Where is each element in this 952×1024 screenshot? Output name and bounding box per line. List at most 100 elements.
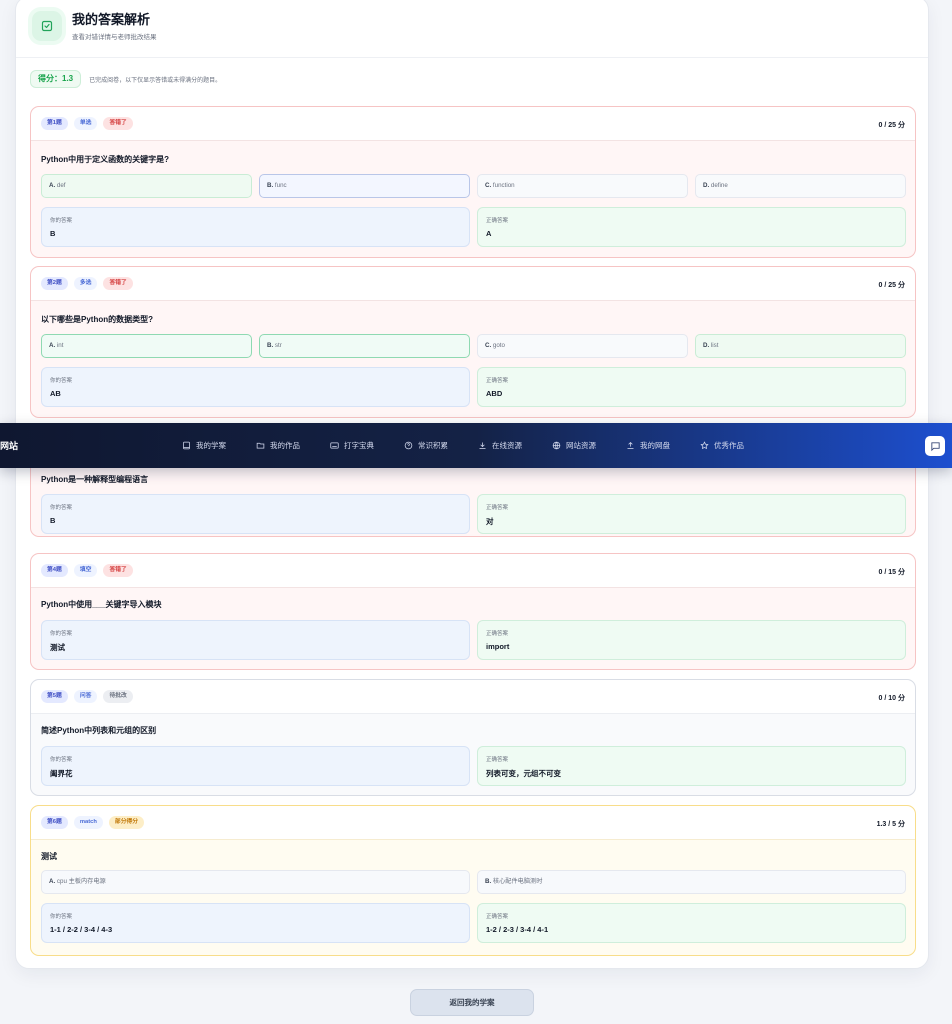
top-navbar: 网站 我的学案 我的作品 打字宝典 常识积累 在线资源 网站资源 我的网盘 优秀… <box>0 423 952 468</box>
correct-answer-box: 正确答案 列表可变，元组不可变 <box>477 746 906 786</box>
question-stem: 测试 <box>41 852 57 861</box>
question-card-5: 第5题 问答 待批改 0 / 10 分 简述Python中列表和元组的区别 你的… <box>30 679 916 796</box>
nav-item-knowledge[interactable]: 常识积累 <box>404 440 448 451</box>
correct-answer-box: 正确答案 A <box>477 207 906 247</box>
correct-answer-value: 1-2 / 2-3 / 3-4 / 4-1 <box>486 925 549 934</box>
correct-answer-value: import <box>486 642 510 651</box>
score-badge: 得分：1.3 <box>30 70 82 88</box>
download-icon <box>479 442 486 449</box>
option-c: C. goto <box>477 334 688 358</box>
question-stem: Python是一种解释型编程语言 <box>41 475 149 484</box>
nav-item-typing[interactable]: 打字宝典 <box>330 440 374 451</box>
question-score: 0 / 15 分 <box>878 569 905 576</box>
nav-item-featured-works[interactable]: 优秀作品 <box>700 440 744 451</box>
your-answer-box: 你的答案 阖界花 <box>41 746 470 786</box>
correct-answer-label: 正确答案 <box>486 218 509 224</box>
question-type-tag: match <box>73 816 103 829</box>
nav-item-label: 在线资源 <box>492 441 522 450</box>
your-answer-label: 你的答案 <box>50 505 73 511</box>
question-card-6: 第6题 match 部分得分 1.3 / 5 分 测试 A. cpu 主板内存电… <box>30 805 916 956</box>
upload-icon <box>627 441 634 449</box>
question-number-tag: 第2题 <box>41 277 68 290</box>
score-note: 已完成阅卷，以下仅显示答错或未得满分的题目。 <box>89 77 222 84</box>
question-stem: 简述Python中列表和元组的区别 <box>41 726 157 735</box>
status-badge: 答错了 <box>103 117 133 130</box>
your-answer-value: 测试 <box>50 643 65 652</box>
nav-item-label: 我的学案 <box>196 441 226 450</box>
help-circle-icon <box>404 441 413 450</box>
chat-icon <box>930 441 940 451</box>
correct-answer-box: 正确答案 对 <box>477 494 906 534</box>
option-a: A. def <box>41 174 252 198</box>
nav-item-cloud-drive[interactable]: 我的网盘 <box>626 440 670 451</box>
question-card-2: 第2题 多选 答错了 0 / 25 分 以下哪些是Python的数据类型? A.… <box>30 266 916 418</box>
correct-answer-box: 正确答案 import <box>477 620 906 660</box>
question-type-tag: 多选 <box>73 277 98 290</box>
question-card-1: 第1题 单选 答错了 0 / 25 分 Python中用于定义函数的关键字是? … <box>30 106 916 258</box>
match-item-b: B. 核心配件电脑测时 <box>477 870 906 894</box>
status-badge: 答错了 <box>103 564 133 577</box>
question-card-4: 第4题 填空 答错了 0 / 15 分 Python中使用___关键字导入模块 … <box>30 553 916 670</box>
option-c: C. function <box>477 174 688 198</box>
option-a: A. int <box>41 334 252 358</box>
correct-answer-value: 对 <box>486 517 494 526</box>
your-answer-value: B <box>50 229 56 238</box>
option-d: D. list <box>695 334 906 358</box>
question-score: 0 / 25 分 <box>878 122 905 129</box>
keyboard-icon <box>330 442 339 449</box>
your-answer-label: 你的答案 <box>50 914 73 920</box>
your-answer-label: 你的答案 <box>50 757 73 763</box>
correct-answer-box: 正确答案 ABD <box>477 367 906 407</box>
nav-item-my-works[interactable]: 我的作品 <box>256 440 300 451</box>
check-square-icon <box>32 11 62 41</box>
question-type-tag: 单选 <box>73 117 98 130</box>
your-answer-value: 阖界花 <box>50 769 73 778</box>
nav-item-label: 我的网盘 <box>640 441 670 450</box>
status-badge: 部分得分 <box>108 816 145 829</box>
correct-answer-label: 正确答案 <box>486 914 509 920</box>
correct-answer-value: 列表可变，元组不可变 <box>486 769 561 778</box>
your-answer-value: AB <box>50 389 61 398</box>
nav-item-site-resources[interactable]: 网站资源 <box>552 440 596 451</box>
answer-analysis-card: 我的答案解析 查看对错详情与老师批改结果 得分：1.3 已完成阅卷，以下仅显示答… <box>15 0 929 969</box>
back-to-lessons-button[interactable]: 返回我的学案 <box>410 989 534 1016</box>
question-score: 1.3 / 5 分 <box>876 821 905 828</box>
status-badge: 待批改 <box>103 690 133 703</box>
match-item-a: A. cpu 主板内存电源 <box>41 870 470 894</box>
your-answer-box: 你的答案 测试 <box>41 620 470 660</box>
question-header: 第6题 match 部分得分 <box>31 806 915 840</box>
page-header: 我的答案解析 查看对错详情与老师批改结果 <box>32 11 157 41</box>
question-score: 0 / 10 分 <box>878 695 905 702</box>
question-stem: 以下哪些是Python的数据类型? <box>41 315 153 324</box>
star-icon <box>700 441 709 450</box>
page-title: 我的答案解析 <box>72 11 151 27</box>
correct-answer-value: A <box>486 229 492 238</box>
question-stem: Python中使用___关键字导入模块 <box>41 600 162 609</box>
chat-button[interactable] <box>925 436 945 456</box>
correct-answer-label: 正确答案 <box>486 378 509 384</box>
question-number-tag: 第6题 <box>41 816 68 829</box>
globe-icon <box>552 441 561 450</box>
question-header: 第4题 填空 答错了 <box>31 554 915 588</box>
nav-item-label: 常识积累 <box>418 441 448 450</box>
site-brand[interactable]: 网站 <box>0 439 18 452</box>
your-answer-box: 你的答案 B <box>41 494 470 534</box>
question-type-tag: 填空 <box>73 564 98 577</box>
question-number-tag: 第1题 <box>41 117 68 130</box>
question-score: 0 / 25 分 <box>878 282 905 289</box>
your-answer-box: 你的答案 1-1 / 2-2 / 3-4 / 4-3 <box>41 903 470 943</box>
score-row: 得分：1.3 已完成阅卷，以下仅显示答错或未得满分的题目。 <box>30 70 221 88</box>
nav-item-label: 优秀作品 <box>714 441 744 450</box>
header-divider <box>16 57 928 58</box>
question-number-tag: 第4题 <box>41 564 68 577</box>
option-b: B. str <box>259 334 470 358</box>
nav-item-my-lessons[interactable]: 我的学案 <box>182 440 226 451</box>
option-b: B. func <box>259 174 470 198</box>
correct-answer-box: 正确答案 1-2 / 2-3 / 3-4 / 4-1 <box>477 903 906 943</box>
nav-item-online-resources[interactable]: 在线资源 <box>478 440 522 451</box>
question-number-tag: 第5题 <box>41 690 68 703</box>
nav-menu: 我的学案 我的作品 打字宝典 常识积累 在线资源 网站资源 我的网盘 优秀作品 <box>182 423 774 468</box>
your-answer-label: 你的答案 <box>50 378 73 384</box>
status-badge: 答错了 <box>103 277 133 290</box>
question-stem: Python中用于定义函数的关键字是? <box>41 155 169 164</box>
